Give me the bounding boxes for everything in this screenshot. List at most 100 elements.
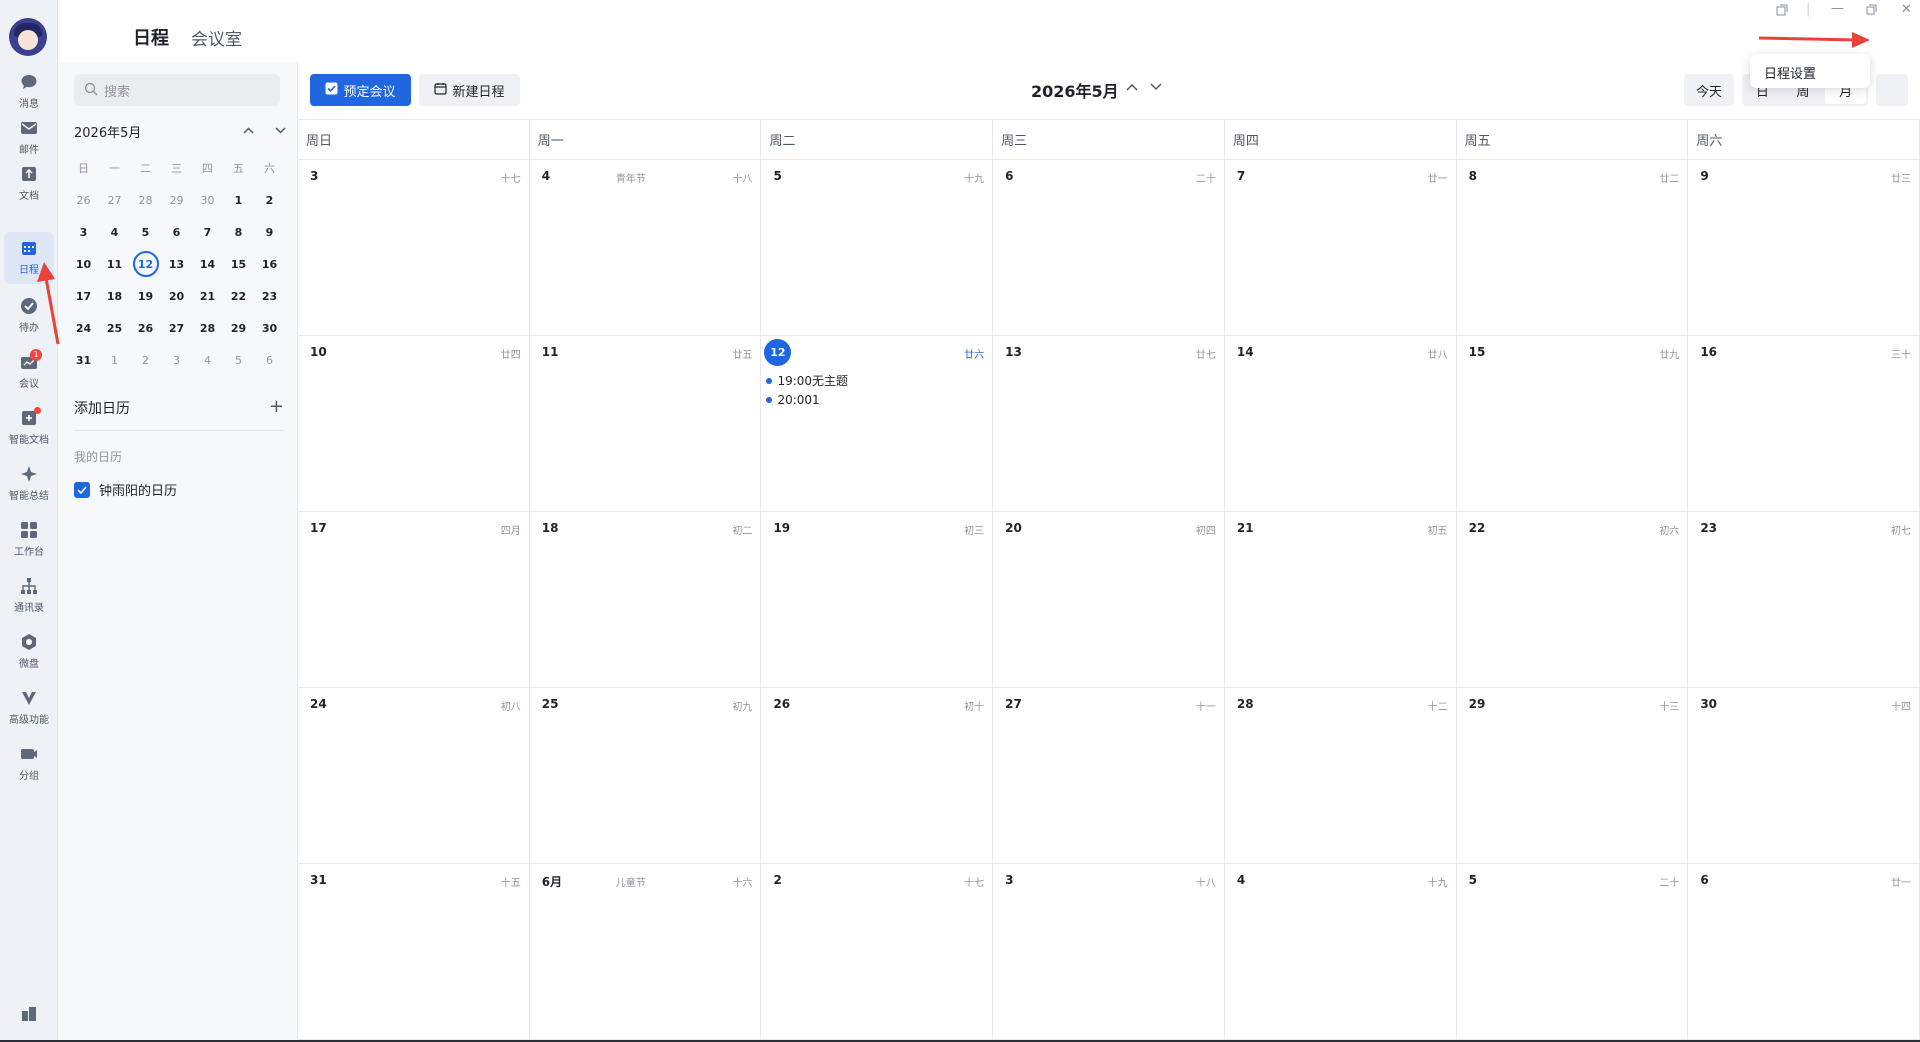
sidebar-toggle-button[interactable]: [1876, 74, 1908, 106]
mini-day[interactable]: 23: [254, 290, 285, 303]
mini-day[interactable]: 3: [68, 226, 99, 239]
chevron-down-icon[interactable]: [270, 120, 290, 140]
day-cell[interactable]: 16 三十: [1688, 336, 1920, 511]
mini-day[interactable]: 2: [254, 194, 285, 207]
day-cell[interactable]: 3 十七: [298, 160, 530, 335]
rail-item-meeting[interactable]: 1 会议: [0, 346, 58, 398]
chevron-up-icon[interactable]: [238, 120, 258, 140]
day-cell[interactable]: 8 廿二: [1457, 160, 1689, 335]
mini-day[interactable]: 28: [192, 322, 223, 335]
rail-item-advanced[interactable]: 高级功能: [0, 682, 58, 734]
mini-day[interactable]: 22: [223, 290, 254, 303]
mini-day[interactable]: 29: [161, 194, 192, 207]
avatar[interactable]: [9, 18, 47, 56]
day-cell[interactable]: 6月 儿童节 十六: [530, 864, 762, 1039]
mini-day-selected[interactable]: 12: [130, 251, 161, 277]
mini-day[interactable]: 11: [99, 258, 130, 271]
mini-day[interactable]: 29: [223, 322, 254, 335]
mini-day[interactable]: 26: [130, 322, 161, 335]
day-cell[interactable]: 22 初六: [1457, 512, 1689, 687]
day-cell[interactable]: 5 二十: [1457, 864, 1689, 1039]
today-button[interactable]: 今天: [1684, 74, 1734, 106]
day-cell[interactable]: 23 初七: [1688, 512, 1920, 687]
mini-day[interactable]: 25: [99, 322, 130, 335]
day-cell[interactable]: 4 十九: [1225, 864, 1457, 1039]
checkbox-checked-icon[interactable]: [74, 481, 90, 498]
mini-day[interactable]: 21: [192, 290, 223, 303]
mini-day[interactable]: 4: [99, 226, 130, 239]
day-cell[interactable]: 28 十二: [1225, 688, 1457, 863]
mini-day[interactable]: 30: [254, 322, 285, 335]
mini-day[interactable]: 4: [192, 354, 223, 367]
add-calendar-row[interactable]: 添加日历 +: [74, 396, 284, 418]
mini-day[interactable]: 15: [223, 258, 254, 271]
day-cell[interactable]: 18 初二: [530, 512, 762, 687]
mini-day[interactable]: 10: [68, 258, 99, 271]
mini-day[interactable]: 3: [161, 354, 192, 367]
day-cell[interactable]: 29 十三: [1457, 688, 1689, 863]
restore-icon[interactable]: [1866, 4, 1877, 19]
day-cell[interactable]: 21 初五: [1225, 512, 1457, 687]
mini-day[interactable]: 26: [68, 194, 99, 207]
calendar-toggle[interactable]: 钟雨阳的日历: [74, 480, 177, 499]
calendar-event[interactable]: 20:00 1: [766, 393, 820, 407]
day-cell[interactable]: 25 初九: [530, 688, 762, 863]
mini-day[interactable]: 7: [192, 226, 223, 239]
day-cell[interactable]: 20 初四: [993, 512, 1225, 687]
book-meeting-button[interactable]: 预定会议: [310, 74, 411, 106]
day-cell[interactable]: 9 廿三: [1688, 160, 1920, 335]
day-cell-today[interactable]: 12 廿六 19:00 无主题 20:00 1: [761, 336, 994, 511]
day-cell[interactable]: 26 初十: [761, 688, 994, 863]
day-cell[interactable]: 3 十八: [993, 864, 1225, 1039]
rail-item-drive[interactable]: 微盘: [0, 626, 58, 678]
day-cell[interactable]: 5 十九: [761, 160, 994, 335]
rail-item-bottom-menu[interactable]: [0, 998, 58, 1042]
mini-day[interactable]: 24: [68, 322, 99, 335]
mini-day[interactable]: 17: [68, 290, 99, 303]
mini-day[interactable]: 14: [192, 258, 223, 271]
mini-day[interactable]: 6: [254, 354, 285, 367]
next-month-icon[interactable]: [1150, 80, 1162, 94]
mini-day[interactable]: 2: [130, 354, 161, 367]
rail-item-groups[interactable]: 分组: [0, 738, 58, 790]
mini-day[interactable]: 27: [99, 194, 130, 207]
rail-item-docs[interactable]: 文档: [0, 158, 58, 210]
mini-day[interactable]: 16: [254, 258, 285, 271]
mini-day[interactable]: 9: [254, 226, 285, 239]
page-title[interactable]: 日程: [133, 24, 169, 50]
mini-day[interactable]: 18: [99, 290, 130, 303]
day-cell[interactable]: 24 初八: [298, 688, 530, 863]
day-cell[interactable]: 10 廿四: [298, 336, 530, 511]
mini-day[interactable]: 27: [161, 322, 192, 335]
mini-day[interactable]: 30: [192, 194, 223, 207]
day-cell[interactable]: 7 廿一: [1225, 160, 1457, 335]
search-input[interactable]: 搜索: [74, 74, 280, 106]
day-cell[interactable]: 2 十七: [761, 864, 994, 1039]
mini-day[interactable]: 6: [161, 226, 192, 239]
day-cell[interactable]: 6 廿一: [1688, 864, 1920, 1039]
prev-month-icon[interactable]: [1126, 80, 1138, 94]
day-cell[interactable]: 27 十一: [993, 688, 1225, 863]
day-cell[interactable]: 15 廿九: [1457, 336, 1689, 511]
plus-icon[interactable]: +: [269, 396, 284, 417]
mini-day[interactable]: 8: [223, 226, 254, 239]
mini-day[interactable]: 1: [99, 354, 130, 367]
rail-item-contacts[interactable]: 通讯录: [0, 570, 58, 622]
rail-item-mail[interactable]: 邮件: [0, 112, 58, 164]
menu-item-calendar-settings[interactable]: 日程设置: [1764, 67, 1816, 82]
mini-day[interactable]: 13: [161, 258, 192, 271]
day-cell[interactable]: 14 廿八: [1225, 336, 1457, 511]
day-cell[interactable]: 19 初三: [761, 512, 994, 687]
minimize-icon[interactable]: —: [1831, 1, 1844, 16]
day-cell[interactable]: 30 十四: [1688, 688, 1920, 863]
rail-item-smart-docs[interactable]: 智能文档: [0, 402, 58, 454]
mini-day[interactable]: 20: [161, 290, 192, 303]
day-cell[interactable]: 31 十五: [298, 864, 530, 1039]
mini-day[interactable]: 31: [68, 354, 99, 367]
mini-day[interactable]: 5: [223, 354, 254, 367]
mini-day[interactable]: 19: [130, 290, 161, 303]
rail-item-calendar[interactable]: 日程: [4, 232, 54, 284]
day-cell[interactable]: 4 青年节 十八: [530, 160, 762, 335]
day-cell[interactable]: 6 二十: [993, 160, 1225, 335]
calendar-event[interactable]: 19:00 无主题: [766, 372, 848, 389]
